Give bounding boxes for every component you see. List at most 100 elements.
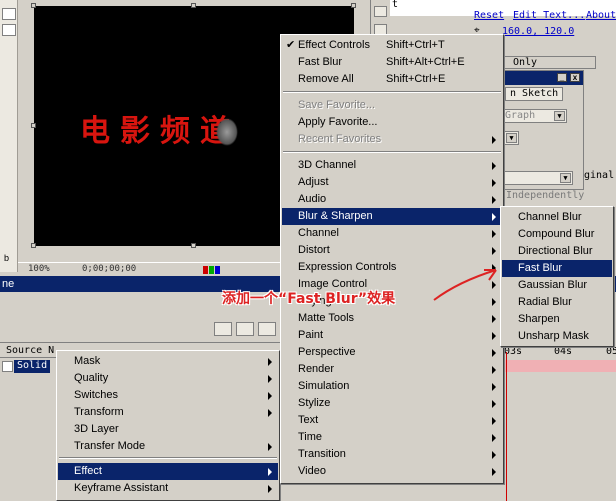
source-name-column[interactable]: Source N bbox=[6, 345, 54, 356]
layer-context-menu: Mask Quality Switches Transform 3D Layer Tran… bbox=[56, 350, 280, 501]
menu-item-fast-blur[interactable]: Fast Blur bbox=[502, 260, 612, 277]
menu-item-transfer-mode[interactable]: Transfer Mode bbox=[58, 438, 278, 455]
effect-links-row: Reset Edit Text... About... bbox=[390, 8, 616, 24]
menu-item-distort[interactable]: Distort bbox=[282, 242, 502, 259]
menu-item-matte-tools[interactable]: Matte Tools bbox=[282, 310, 502, 327]
edit-text-link[interactable]: Edit Text... bbox=[513, 10, 585, 21]
menu-item-label: Text bbox=[298, 414, 319, 426]
green-channel-icon[interactable] bbox=[209, 266, 214, 274]
blur-sharpen-submenu: Channel Blur Compound Blur Directional Blu… bbox=[500, 206, 614, 347]
menu-item-label: Expression Controls bbox=[298, 261, 397, 273]
minimize-icon[interactable]: _ bbox=[557, 73, 567, 82]
blue-channel-icon[interactable] bbox=[215, 266, 220, 274]
project-item[interactable] bbox=[2, 24, 16, 36]
independently-label: Independently bbox=[506, 190, 585, 201]
comp-button-icon[interactable] bbox=[214, 322, 232, 336]
menu-item-unsharp-mask[interactable]: Unsharp Mask bbox=[502, 328, 612, 345]
menu-item-blur-sharpen[interactable]: Blur & Sharpen bbox=[282, 208, 502, 225]
reset-link[interactable]: Reset bbox=[474, 10, 504, 21]
menu-item-directional-blur[interactable]: Directional Blur bbox=[502, 243, 612, 260]
zoom-readout[interactable]: 100% bbox=[28, 264, 50, 274]
sketch-titlebar[interactable]: _ x bbox=[501, 71, 583, 85]
panel-toggle[interactable] bbox=[374, 6, 387, 17]
submenu-arrow-icon bbox=[268, 358, 272, 366]
menu-separator bbox=[59, 457, 277, 459]
menu-item-label: Effect bbox=[74, 465, 102, 477]
menu-item-remove-all[interactable]: Remove All Shift+Ctrl+E bbox=[282, 71, 502, 88]
menu-item-time[interactable]: Time bbox=[282, 429, 502, 446]
menu-item-channel[interactable]: Channel bbox=[282, 225, 502, 242]
menu-item-quality[interactable]: Quality bbox=[58, 370, 278, 387]
menu-item-mask[interactable]: Mask bbox=[58, 353, 278, 370]
menu-item-video[interactable]: Video bbox=[282, 463, 502, 480]
menu-item-keyframe-assistant[interactable]: Keyframe Assistant bbox=[58, 480, 278, 497]
menu-item-channel-blur[interactable]: Channel Blur bbox=[502, 209, 612, 226]
menu-item-label: Unsharp Mask bbox=[518, 330, 589, 342]
transform-handle[interactable] bbox=[31, 123, 36, 128]
menu-item-effect-controls[interactable]: ✔ Effect Controls Shift+Ctrl+T bbox=[282, 37, 502, 54]
transform-handle[interactable] bbox=[31, 3, 36, 8]
menu-item-radial-blur[interactable]: Radial Blur bbox=[502, 294, 612, 311]
menu-item-3d-channel[interactable]: 3D Channel bbox=[282, 157, 502, 174]
submenu-arrow-icon bbox=[492, 417, 496, 425]
chevron-down-icon[interactable]: ▼ bbox=[554, 111, 565, 121]
layer-row[interactable]: Solid bbox=[0, 360, 60, 374]
menu-item-paint[interactable]: Paint bbox=[282, 327, 502, 344]
menu-item-sharpen[interactable]: Sharpen bbox=[502, 311, 612, 328]
time-readout[interactable]: 0;00;00;00 bbox=[82, 264, 136, 274]
red-channel-icon[interactable] bbox=[203, 266, 208, 274]
menu-item-compound-blur[interactable]: Compound Blur bbox=[502, 226, 612, 243]
layer-name[interactable]: Solid bbox=[14, 360, 51, 373]
menu-item-effect[interactable]: Effect bbox=[58, 463, 278, 480]
menu-item-recent-favorites[interactable]: Recent Favorites bbox=[282, 131, 502, 148]
y-select[interactable]: ▼ bbox=[501, 171, 573, 185]
menu-item-text[interactable]: Text bbox=[282, 412, 502, 429]
menu-item-label: Video bbox=[298, 465, 326, 477]
menu-item-label: Gaussian Blur bbox=[518, 279, 588, 291]
menu-item-adjust[interactable]: Adjust bbox=[282, 174, 502, 191]
chevron-down-icon[interactable]: ▼ bbox=[506, 133, 517, 143]
menu-item-label: Blur & Sharpen bbox=[298, 210, 373, 222]
menu-item-switches[interactable]: Switches bbox=[58, 387, 278, 404]
menu-item-gaussian-blur[interactable]: Gaussian Blur bbox=[502, 277, 612, 294]
transform-handle[interactable] bbox=[191, 243, 196, 248]
submenu-arrow-icon bbox=[492, 247, 496, 255]
current-time-indicator[interactable] bbox=[506, 352, 507, 501]
graph-select[interactable]: Graph ▼ bbox=[501, 109, 567, 123]
menu-item-3d-layer[interactable]: 3D Layer bbox=[58, 421, 278, 438]
menu-item-audio[interactable]: Audio bbox=[282, 191, 502, 208]
graph-button-icon[interactable] bbox=[236, 322, 254, 336]
timeline-tracks: 03s 04s 05 bbox=[502, 344, 616, 501]
project-item[interactable] bbox=[2, 8, 16, 20]
close-icon[interactable]: x bbox=[570, 73, 580, 82]
menu-item-transition[interactable]: Transition bbox=[282, 446, 502, 463]
menu-item-label: Matte Tools bbox=[298, 312, 355, 324]
menu-item-stylize[interactable]: Stylize bbox=[282, 395, 502, 412]
sketch-tab[interactable]: n Sketch bbox=[505, 87, 564, 101]
menu-item-fast-blur[interactable]: Fast Blur Shift+Alt+Ctrl+E bbox=[282, 54, 502, 71]
original-label: ginal bbox=[584, 170, 615, 181]
marker-button-icon[interactable] bbox=[258, 322, 276, 336]
menu-item-label: Radial Blur bbox=[518, 296, 572, 308]
only-select[interactable]: Only bbox=[504, 56, 596, 69]
layer-duration-bar[interactable] bbox=[502, 360, 616, 372]
submenu-arrow-icon bbox=[492, 162, 496, 170]
menu-item-perspective[interactable]: Perspective bbox=[282, 344, 502, 361]
transform-handle[interactable] bbox=[191, 3, 196, 8]
submenu-arrow-icon bbox=[492, 451, 496, 459]
about-link[interactable]: About... bbox=[586, 10, 616, 21]
chevron-down-icon[interactable]: ▼ bbox=[560, 173, 571, 183]
menu-item-label: Channel Blur bbox=[518, 211, 582, 223]
menu-item-save-favorite[interactable]: Save Favorite... bbox=[282, 97, 502, 114]
menu-item-transform[interactable]: Transform bbox=[58, 404, 278, 421]
transform-handle[interactable] bbox=[351, 3, 356, 8]
transform-handle[interactable] bbox=[31, 243, 36, 248]
menu-item-apply-favorite[interactable]: Apply Favorite... bbox=[282, 114, 502, 131]
menu-item-simulation[interactable]: Simulation bbox=[282, 378, 502, 395]
menu-item-render[interactable]: Render bbox=[282, 361, 502, 378]
menu-item-label: Transform bbox=[74, 406, 124, 418]
menu-item-shortcut: Shift+Alt+Ctrl+E bbox=[386, 56, 465, 68]
point-value[interactable]: 160.0, 120.0 bbox=[502, 26, 574, 37]
layer-visibility-checkbox[interactable] bbox=[2, 361, 13, 372]
graph-select-value: Graph bbox=[505, 110, 536, 121]
